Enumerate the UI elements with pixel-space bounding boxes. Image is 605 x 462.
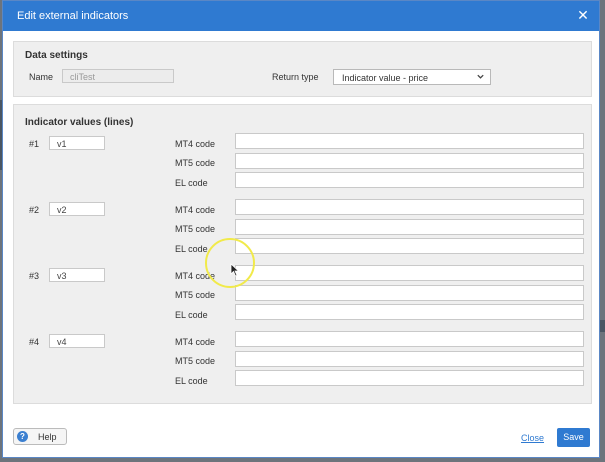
mt5-code-field[interactable] [235, 219, 584, 235]
mt5-code-label: MT5 code [175, 356, 216, 366]
indicator-values-title: Indicator values (lines) [25, 117, 134, 128]
indicator-number: #1 [29, 139, 40, 149]
return-type-select[interactable]: Indicator value - price [333, 69, 491, 85]
el-code-label: EL code [175, 376, 208, 386]
el-code-label: EL code [175, 244, 208, 254]
mt4-code-label: MT4 code [175, 205, 216, 215]
name-field[interactable]: cliTest [62, 69, 174, 83]
question-circle-icon: ? [17, 431, 28, 442]
indicator-value-field[interactable]: v1 [49, 136, 105, 150]
data-settings-panel: Data settings Name cliTest Return type I… [13, 41, 592, 97]
el-code-field[interactable] [235, 238, 584, 254]
close-link[interactable]: Close [521, 433, 544, 443]
mt5-code-label: MT5 code [175, 290, 216, 300]
mt5-code-label: MT5 code [175, 224, 216, 234]
el-code-field[interactable] [235, 304, 584, 320]
mt4-code-field[interactable] [235, 331, 584, 347]
indicator-value-field[interactable]: v3 [49, 268, 105, 282]
return-type-value: Indicator value - price [342, 73, 429, 83]
el-code-field[interactable] [235, 172, 584, 188]
indicator-values-panel: Indicator values (lines) #1 v1 MT4 code … [13, 104, 592, 404]
el-code-label: EL code [175, 310, 208, 320]
indicator-value-field[interactable]: v2 [49, 202, 105, 216]
edit-external-indicators-dialog: Edit external indicators ✕ Data settings… [2, 0, 600, 458]
background-edge-mark [600, 320, 605, 332]
el-code-field[interactable] [235, 370, 584, 386]
indicator-value-field[interactable]: v4 [49, 334, 105, 348]
dialog-titlebar: Edit external indicators ✕ [3, 1, 599, 31]
close-icon[interactable]: ✕ [575, 7, 591, 23]
mt4-code-field[interactable] [235, 133, 584, 149]
help-button[interactable]: ? Help [13, 428, 67, 445]
dialog-title: Edit external indicators [17, 10, 129, 22]
chevron-down-icon [476, 72, 485, 83]
return-type-label: Return type [272, 72, 319, 82]
data-settings-title: Data settings [25, 50, 88, 61]
mt5-code-field[interactable] [235, 351, 584, 367]
mt4-code-label: MT4 code [175, 139, 216, 149]
name-label: Name [29, 72, 54, 82]
el-code-label: EL code [175, 178, 208, 188]
mt5-code-field[interactable] [235, 285, 584, 301]
mt5-code-field[interactable] [235, 153, 584, 169]
indicator-number: #3 [29, 271, 40, 281]
mt4-code-label: MT4 code [175, 271, 216, 281]
indicator-number: #2 [29, 205, 40, 215]
mt5-code-label: MT5 code [175, 158, 216, 168]
mt4-code-field[interactable] [235, 199, 584, 215]
mt4-code-label: MT4 code [175, 337, 216, 347]
indicator-number: #4 [29, 337, 40, 347]
mt4-code-field[interactable] [235, 265, 584, 281]
save-button[interactable]: Save [557, 428, 590, 447]
help-button-label: Help [38, 432, 57, 442]
